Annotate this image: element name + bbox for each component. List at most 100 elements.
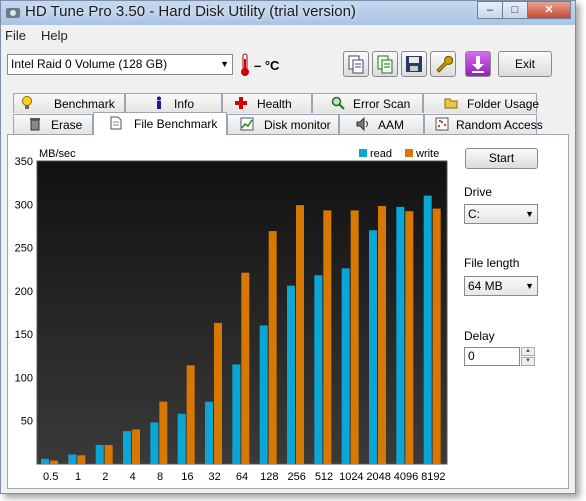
scatter-icon bbox=[435, 117, 449, 131]
x-tick-label: 2048 bbox=[366, 471, 390, 483]
copy-all-button[interactable] bbox=[372, 51, 398, 77]
health-cross-icon bbox=[235, 97, 247, 109]
y-tick-label: 300 bbox=[15, 199, 33, 211]
tab-benchmark-label: Benchmark bbox=[54, 97, 115, 111]
chevron-down-icon: ▼ bbox=[220, 59, 229, 69]
close-button[interactable]: ✕ bbox=[527, 1, 571, 19]
delay-input[interactable]: 0 bbox=[464, 347, 520, 366]
tab-disk-monitor-label: Disk monitor bbox=[264, 118, 331, 132]
title-bar[interactable]: HD Tune Pro 3.50 - Hard Disk Utility (tr… bbox=[1, 1, 575, 25]
tab-benchmark[interactable]: Benchmark bbox=[13, 93, 125, 113]
y-tick-label: 100 bbox=[15, 372, 33, 384]
x-tick-label: 256 bbox=[287, 471, 305, 483]
y-axis-label: MB/sec bbox=[39, 148, 76, 160]
floppy-disk-icon bbox=[406, 56, 422, 72]
x-tick-label: 32 bbox=[209, 471, 221, 483]
exit-button[interactable]: Exit bbox=[498, 51, 552, 77]
download-button[interactable] bbox=[465, 51, 491, 77]
drive-letter-select[interactable]: C: ▼ bbox=[464, 204, 538, 224]
tab-info-label: Info bbox=[174, 97, 195, 111]
read-bar bbox=[259, 325, 268, 464]
delay-label: Delay bbox=[464, 329, 495, 343]
x-tick-label: 8192 bbox=[421, 471, 445, 483]
x-tick-label: 128 bbox=[260, 471, 278, 483]
write-bar bbox=[186, 365, 195, 464]
write-bar bbox=[50, 460, 58, 464]
y-tick-label: 50 bbox=[21, 416, 33, 428]
write-bar bbox=[159, 401, 168, 464]
write-bar bbox=[104, 444, 113, 464]
tab-file-benchmark[interactable]: File Benchmark bbox=[93, 112, 227, 135]
spin-up-icon[interactable]: ▲ bbox=[521, 347, 535, 356]
read-bar bbox=[369, 230, 377, 464]
read-bar bbox=[150, 422, 159, 464]
read-bar bbox=[341, 268, 350, 464]
read-legend-swatch bbox=[359, 149, 367, 157]
read-bar bbox=[287, 285, 295, 464]
write-bar bbox=[378, 206, 386, 464]
tab-error-scan-label: Error Scan bbox=[353, 97, 411, 111]
y-tick-label: 150 bbox=[15, 329, 33, 341]
tab-random-access[interactable]: Random Access bbox=[424, 114, 543, 134]
read-bar bbox=[68, 454, 77, 464]
tab-disk-monitor[interactable]: Disk monitor bbox=[227, 114, 339, 134]
benchmark-chart: MB/sec 50 100 150 200 250 300 350 0.5 1 2 4 8 16 32 64 1… bbox=[15, 148, 448, 483]
file-length-value: 64 MB bbox=[468, 279, 503, 293]
wrench-icon bbox=[436, 55, 454, 73]
read-legend-label: read bbox=[370, 148, 392, 160]
lightbulb-icon bbox=[22, 96, 32, 109]
write-bar bbox=[432, 208, 441, 464]
tab-error-scan[interactable]: Error Scan bbox=[312, 93, 423, 113]
read-bar bbox=[396, 206, 405, 464]
x-tick-label: 2 bbox=[102, 471, 108, 483]
save-button[interactable] bbox=[401, 51, 427, 77]
drive-dropdown[interactable]: Intel Raid 0 Volume (128 GB) ▼ bbox=[7, 54, 233, 75]
drive-label: Drive bbox=[464, 185, 493, 199]
drive-letter-value: C: bbox=[468, 207, 480, 221]
x-tick-label: 1024 bbox=[339, 471, 363, 483]
tab-erase[interactable]: Erase bbox=[13, 114, 93, 134]
options-button[interactable] bbox=[430, 51, 456, 77]
tab-file-benchmark-label: File Benchmark bbox=[134, 117, 218, 131]
y-tick-label: 200 bbox=[15, 286, 33, 298]
app-window: HD Tune Pro 3.50 - Hard Disk Utility (tr… bbox=[0, 0, 576, 494]
tab-info[interactable]: Info bbox=[125, 93, 222, 113]
read-bar bbox=[314, 275, 323, 464]
copy-info-button[interactable] bbox=[343, 51, 369, 77]
x-tick-label: 4 bbox=[130, 471, 136, 483]
spin-down-icon[interactable]: ▼ bbox=[521, 357, 535, 366]
x-tick-label: 4096 bbox=[394, 471, 418, 483]
minimize-button[interactable]: – bbox=[477, 1, 503, 19]
read-bar bbox=[232, 364, 241, 464]
folder-icon bbox=[444, 98, 458, 109]
write-bar bbox=[405, 211, 414, 464]
read-bar bbox=[423, 195, 432, 464]
tab-aam[interactable]: AAM bbox=[339, 114, 424, 134]
menu-file[interactable]: File bbox=[5, 28, 26, 43]
maximize-button[interactable]: □ bbox=[502, 1, 528, 19]
magnifier-icon bbox=[331, 96, 345, 110]
write-bar bbox=[77, 455, 86, 464]
tab-health[interactable]: Health bbox=[222, 93, 312, 113]
drive-dropdown-value: Intel Raid 0 Volume (128 GB) bbox=[11, 57, 168, 71]
tab-folder-usage[interactable]: Folder Usage bbox=[423, 93, 539, 113]
write-bar bbox=[268, 231, 277, 464]
download-arrow-icon bbox=[472, 56, 484, 73]
tab-erase-label: Erase bbox=[51, 118, 83, 132]
chevron-down-icon: ▼ bbox=[525, 209, 534, 219]
tab-random-access-label: Random Access bbox=[456, 118, 543, 132]
app-icon bbox=[6, 8, 20, 18]
start-button[interactable]: Start bbox=[465, 148, 538, 169]
y-tick-label: 250 bbox=[15, 243, 33, 255]
write-bar bbox=[241, 272, 250, 464]
write-bar bbox=[350, 210, 359, 464]
file-length-select[interactable]: 64 MB ▼ bbox=[464, 276, 538, 296]
write-bar bbox=[132, 429, 140, 464]
menu-help[interactable]: Help bbox=[41, 28, 68, 43]
copy-all-icon bbox=[377, 55, 393, 74]
read-bar bbox=[177, 413, 186, 464]
write-legend-label: write bbox=[415, 148, 439, 160]
chevron-down-icon: ▼ bbox=[525, 281, 534, 291]
read-bar bbox=[95, 444, 104, 464]
x-tick-label: 1 bbox=[75, 471, 81, 483]
